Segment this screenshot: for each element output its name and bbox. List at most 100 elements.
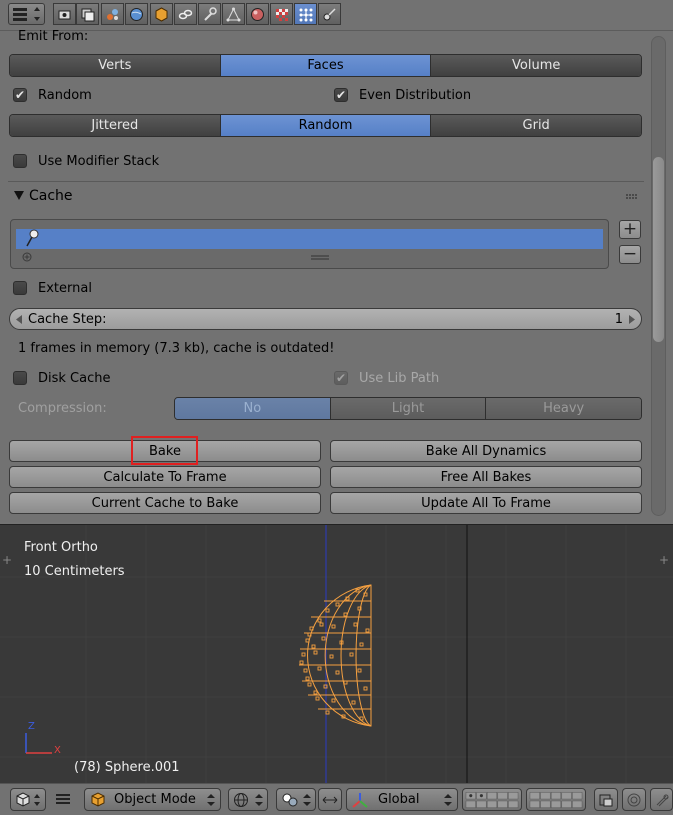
emit-from-label: Emit From: <box>18 29 89 44</box>
lock-layers-button[interactable] <box>594 788 618 811</box>
cache-panel-header[interactable]: Cache <box>10 186 642 206</box>
external-checkbox[interactable] <box>13 281 27 295</box>
menu-toggle-icon[interactable] <box>56 793 70 805</box>
external-label: External <box>38 281 92 296</box>
bake-all-dynamics-button[interactable]: Bake All Dynamics <box>330 440 642 462</box>
cache-status-text: 1 frames in memory (7.3 kb), cache is ou… <box>18 341 335 356</box>
context-tab-material[interactable] <box>246 3 269 25</box>
context-tab-data[interactable] <box>222 3 245 25</box>
orientation-label: Global <box>378 792 420 807</box>
cache-step-field[interactable]: Cache Step: 1 <box>9 308 642 330</box>
distribution-jittered[interactable]: Jittered <box>10 115 221 136</box>
axis-x-label: X <box>54 745 61 756</box>
data-icon <box>226 7 241 21</box>
axis-gizmo: Z X <box>20 721 64 757</box>
context-tab-render-layers[interactable] <box>76 3 99 25</box>
material-icon <box>251 7 264 21</box>
snap-magnet-icon <box>656 794 668 806</box>
decrement-arrow-icon[interactable] <box>16 315 22 324</box>
drag-grip-icon[interactable] <box>626 194 638 200</box>
snap-button[interactable] <box>650 788 673 811</box>
layers-grid-left[interactable] <box>462 788 522 811</box>
context-tab-texture[interactable] <box>270 3 293 25</box>
3d-view-icon <box>16 791 40 807</box>
context-tab-render[interactable] <box>53 3 76 25</box>
random-checkbox[interactable]: ✔ <box>13 88 27 102</box>
compression-light: Light <box>330 398 487 419</box>
proportional-edit-button[interactable] <box>622 788 646 811</box>
properties-scrollbar[interactable] <box>651 36 666 516</box>
random-label: Random <box>38 88 92 103</box>
emit-from-selector: Verts Faces Volume <box>9 54 642 77</box>
use-modifier-stack-checkbox[interactable] <box>13 154 27 168</box>
free-all-bakes-button[interactable]: Free All Bakes <box>330 466 642 488</box>
add-cache-button[interactable]: + <box>619 220 641 239</box>
pivot-point-icon <box>282 793 298 806</box>
list-expand-icon[interactable] <box>22 252 32 262</box>
calculate-to-frame-button[interactable]: Calculate To Frame <box>9 466 321 488</box>
distribution-grid[interactable]: Grid <box>431 115 641 136</box>
context-tab-constraints[interactable] <box>174 3 197 25</box>
use-lib-path-label: Use Lib Path <box>359 371 440 386</box>
pivot-point-button[interactable] <box>276 788 316 811</box>
scrollbar-thumb[interactable] <box>653 157 664 342</box>
physics-icon <box>323 7 336 20</box>
context-tab-modifiers[interactable] <box>198 3 221 25</box>
updown-arrows-icon <box>444 794 452 806</box>
cache-step-label: Cache Step: <box>28 312 107 327</box>
proportional-edit-icon <box>627 793 641 806</box>
mode-label: Object Mode <box>114 792 196 807</box>
cache-list[interactable] <box>10 219 609 269</box>
increment-arrow-icon[interactable] <box>629 315 635 324</box>
checkmark-icon: ✔ <box>335 371 347 385</box>
emit-from-verts[interactable]: Verts <box>10 55 221 76</box>
remove-cache-button[interactable]: − <box>619 245 641 264</box>
compression-no: No <box>175 398 331 419</box>
properties-editor-icon <box>13 7 40 21</box>
section-divider <box>8 181 644 182</box>
current-cache-to-bake-button[interactable]: Current Cache to Bake <box>9 492 321 514</box>
axis-z-label: Z <box>28 721 35 732</box>
update-all-to-frame-button[interactable]: Update All To Frame <box>330 492 642 514</box>
viewport-shading-button[interactable] <box>228 788 268 811</box>
even-distribution-checkbox[interactable]: ✔ <box>334 88 348 102</box>
modifiers-icon <box>204 6 217 21</box>
viewport-editor-type-button[interactable] <box>10 788 46 811</box>
disk-cache-checkbox[interactable] <box>13 371 27 385</box>
manipulator-toggle-button[interactable] <box>318 788 342 811</box>
list-resize-grip-icon[interactable] <box>311 255 329 260</box>
checkmark-icon: ✔ <box>335 88 347 102</box>
layers-grid-right[interactable] <box>526 788 586 811</box>
sphere-mesh[interactable] <box>296 583 376 729</box>
cache-list-item[interactable] <box>16 229 603 249</box>
distribution-random[interactable]: Random <box>220 115 432 136</box>
particles-icon <box>299 8 313 21</box>
object-mode-icon <box>91 791 105 807</box>
properties-panel: Emit From: Verts Faces Volume ✔ Random ✔… <box>0 0 673 522</box>
context-tab-world[interactable] <box>125 3 148 25</box>
editor-type-button[interactable] <box>8 3 45 25</box>
layers-lock-icon <box>599 794 613 806</box>
emit-from-volume[interactable]: Volume <box>431 55 641 76</box>
disk-cache-label: Disk Cache <box>38 371 111 386</box>
transform-gizmo-icon <box>352 792 368 808</box>
updown-arrows-icon <box>207 794 215 806</box>
viewport-corner-plus-left-icon[interactable]: + <box>2 553 12 567</box>
constraints-icon <box>178 9 193 19</box>
context-tab-particles[interactable] <box>294 3 317 25</box>
compression-heavy: Heavy <box>486 398 641 419</box>
mode-selector[interactable]: Object Mode <box>84 788 221 811</box>
context-tab-physics[interactable] <box>318 3 341 25</box>
render-layers-icon <box>81 8 95 21</box>
checkmark-icon: ✔ <box>14 88 26 102</box>
context-tab-object[interactable] <box>150 3 173 25</box>
layer-buttons-icon <box>529 791 583 808</box>
context-tab-scene[interactable] <box>101 3 124 25</box>
emit-from-faces[interactable]: Faces <box>220 55 432 76</box>
cache-panel-title: Cache <box>29 188 73 204</box>
compression-selector: No Light Heavy <box>174 397 642 420</box>
viewport-corner-plus-right-icon[interactable]: + <box>659 553 669 567</box>
transform-orientation-selector[interactable]: Global <box>346 788 458 811</box>
distribution-selector: Jittered Random Grid <box>9 114 642 137</box>
3d-viewport[interactable]: Front Ortho 10 Centimeters (78) Sphere.0… <box>0 524 673 784</box>
